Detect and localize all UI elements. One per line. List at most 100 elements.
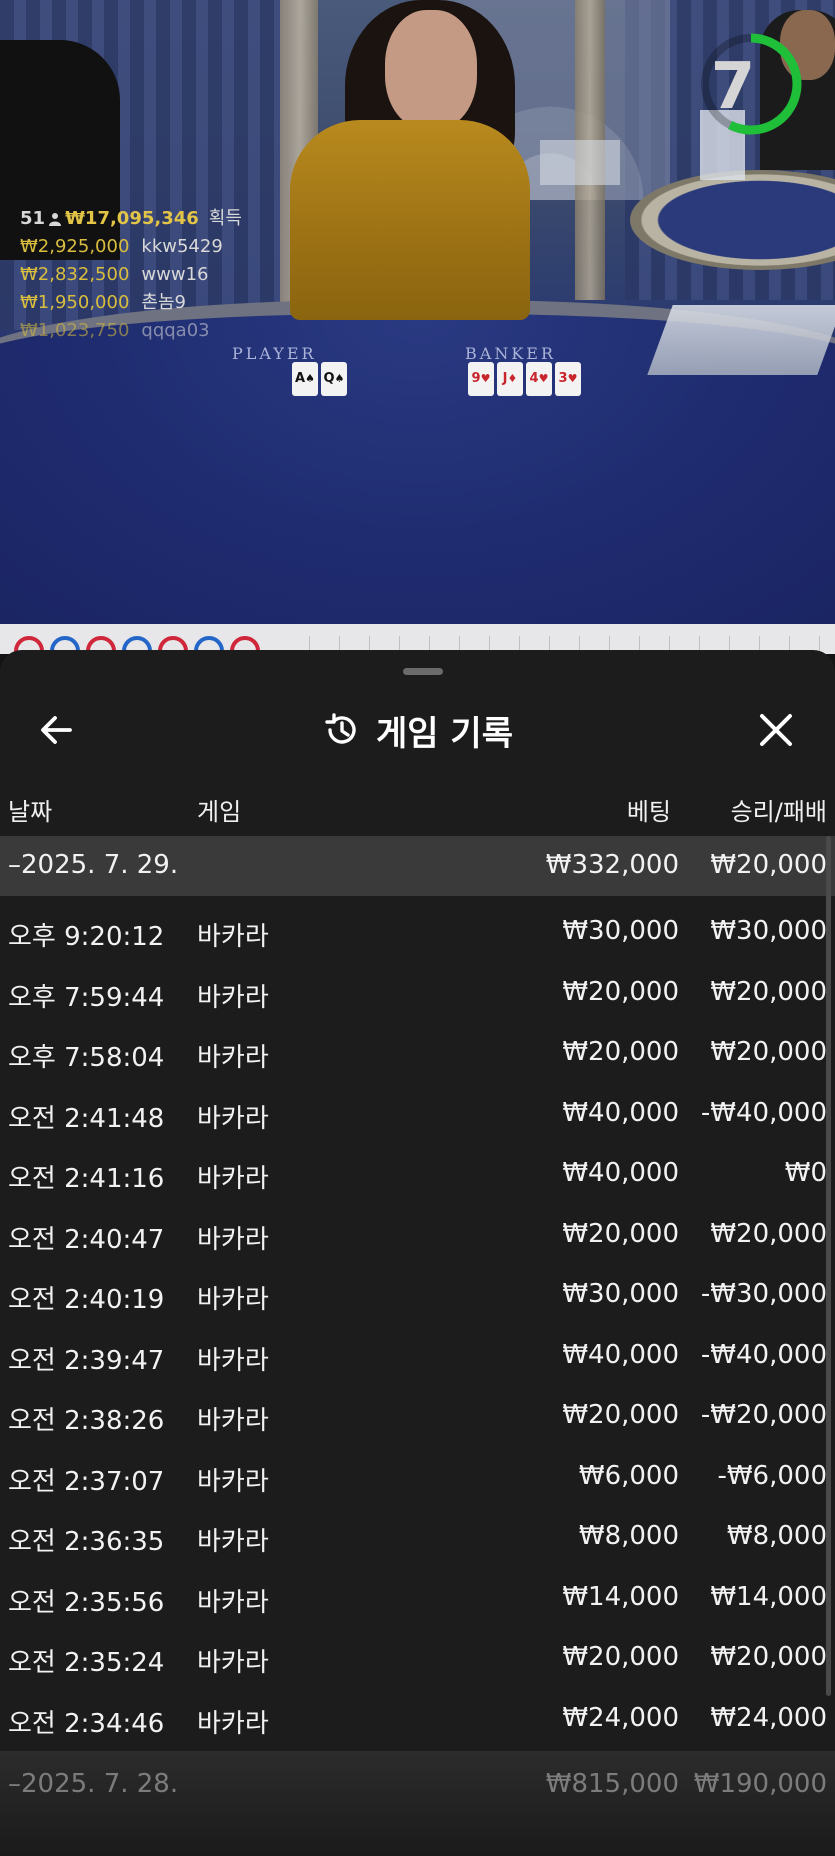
- winner-amount: ₩1,023,750: [20, 320, 130, 341]
- sheet-drag-handle[interactable]: [403, 668, 443, 675]
- playing-card: Q♠: [321, 362, 347, 396]
- row-bet: ₩40,000: [562, 1158, 679, 1188]
- row-time: 오후 7:58:04: [8, 1043, 165, 1073]
- column-header-date: 날짜: [8, 798, 53, 826]
- row-result: ₩20,000: [710, 1037, 827, 1067]
- winners-count: 51: [20, 208, 46, 229]
- table-row[interactable]: 오전 2:39:47 바카라 ₩40,000 -₩40,000: [0, 1326, 835, 1387]
- winner-row: ₩2,925,000 kkw5429: [20, 233, 242, 261]
- row-game: 바카라: [197, 1406, 269, 1436]
- row-game: 바카라: [197, 1224, 269, 1255]
- day-bet-total: ₩332,000: [545, 850, 679, 880]
- row-game: 바카라: [197, 1345, 269, 1376]
- game-history-sheet: 게임 기록 날짜 게임 베팅 승리/패배 –2025. 7. 29. ₩332,0…: [0, 650, 835, 1856]
- day-date: –2025. 7. 29.: [8, 850, 179, 880]
- row-game: 바카라: [197, 1527, 269, 1557]
- card-suit: ♥: [538, 372, 549, 385]
- row-result: -₩6,000: [717, 1460, 827, 1491]
- row-time: 오후 7:59:44: [8, 982, 165, 1013]
- card-shoe: [647, 305, 835, 375]
- close-button[interactable]: [754, 708, 798, 752]
- column-header-game: 게임: [197, 798, 242, 826]
- table-row[interactable]: 오전 2:37:07 바카라 ₩6,000 -₩6,000: [0, 1447, 835, 1508]
- day-result-total: ₩190,000: [693, 1769, 827, 1799]
- table-row[interactable]: 오전 2:35:24 바카라 ₩20,000 ₩20,000: [0, 1628, 835, 1689]
- winners-summary: 51 ₩17,095,346 획득: [20, 205, 242, 233]
- day-bet-total: ₩815,000: [545, 1769, 679, 1799]
- row-result: ₩20,000: [710, 1642, 827, 1672]
- table-row[interactable]: 오전 2:34:46 바카라 ₩24,000 ₩24,000: [0, 1689, 835, 1750]
- row-time: 오전 2:39:47: [8, 1345, 165, 1376]
- table-row[interactable]: 오전 2:40:19 바카라 ₩30,000 -₩30,000: [0, 1265, 835, 1326]
- countdown-timer: 7: [710, 50, 756, 124]
- winner-name: qqqa03: [141, 320, 210, 341]
- row-game: 바카라: [197, 1103, 269, 1134]
- dealer: [290, 120, 530, 320]
- row-bet: ₩40,000: [562, 1097, 679, 1128]
- table-row[interactable]: 오전 2:40:47 바카라 ₩20,000 ₩20,000: [0, 1205, 835, 1266]
- row-time: 오전 2:41:16: [8, 1164, 165, 1194]
- table-row[interactable]: 오후 7:58:04 바카라 ₩20,000 ₩20,000: [0, 1023, 835, 1084]
- table-row[interactable]: 오후 7:59:44 바카라 ₩20,000 ₩20,000: [0, 963, 835, 1024]
- live-video-feed: PLAYER BANKER A♠ Q♠ 9♥ J♦ 4♥ 3♥ 7 51 ₩17,095…: [0, 0, 835, 624]
- banker-cards: 9♥ J♦ 4♥ 3♥: [468, 362, 581, 396]
- day-group-header[interactable]: –2025. 7. 29. ₩332,000 ₩20,000: [0, 836, 835, 896]
- winners-overlay: 51 ₩17,095,346 획득 ₩2,925,000 kkw5429 ₩2,83…: [20, 205, 242, 345]
- row-game: 바카라: [197, 1587, 269, 1618]
- day-group-header[interactable]: –2025. 7. 28. ₩815,000 ₩190,000: [0, 1751, 835, 1856]
- row-bet: ₩20,000: [562, 1218, 679, 1249]
- page-title: 게임 기록: [376, 713, 513, 754]
- table-row[interactable]: 오전 2:35:56 바카라 ₩14,000 ₩14,000: [0, 1568, 835, 1629]
- scrollbar[interactable]: [826, 836, 831, 1696]
- table-row[interactable]: 오후 9:20:12 바카라 ₩30,000 ₩30,000: [0, 902, 835, 963]
- winners-list: ₩2,925,000 kkw5429 ₩2,832,500 www16 ₩1,950,0…: [20, 233, 242, 345]
- row-bet: ₩20,000: [562, 1400, 679, 1430]
- table-row[interactable]: 오전 2:41:16 바카라 ₩40,000 ₩0: [0, 1144, 835, 1205]
- row-result: ₩20,000: [710, 976, 827, 1007]
- row-result: ₩0: [784, 1158, 827, 1188]
- row-bet: ₩6,000: [578, 1460, 679, 1491]
- day-date: –2025. 7. 28.: [8, 1769, 179, 1799]
- table-row[interactable]: 오전 2:36:35 바카라 ₩8,000 ₩8,000: [0, 1507, 835, 1568]
- winner-row: ₩1,950,000 촌놈9: [20, 289, 242, 317]
- playing-card: 3♥: [555, 362, 581, 396]
- row-result: ₩30,000: [710, 916, 827, 946]
- card-suit: ♠: [334, 372, 345, 385]
- card-rank: 4: [529, 371, 539, 386]
- row-game: 바카라: [197, 1708, 269, 1739]
- history-table: –2025. 7. 29. ₩332,000 ₩20,000 오후 9:20:12 바카…: [0, 836, 835, 1749]
- card-rank: Q: [323, 371, 335, 386]
- row-result: -₩40,000: [700, 1097, 827, 1128]
- row-game: 바카라: [197, 1285, 269, 1315]
- row-game: 바카라: [197, 1043, 269, 1073]
- row-time: 오전 2:36:35: [8, 1527, 165, 1557]
- row-time: 오전 2:40:19: [8, 1285, 165, 1315]
- row-bet: ₩8,000: [578, 1521, 679, 1551]
- row-bet: ₩20,000: [562, 1642, 679, 1672]
- row-time: 오전 2:40:47: [8, 1224, 165, 1255]
- table-row[interactable]: 오전 2:38:26 바카라 ₩20,000 -₩20,000: [0, 1386, 835, 1447]
- back-button[interactable]: [36, 708, 80, 752]
- player-area-label: PLAYER: [232, 344, 317, 363]
- row-game: 바카라: [197, 982, 269, 1013]
- history-icon: [325, 713, 356, 744]
- row-result: -₩20,000: [700, 1400, 827, 1430]
- row-bet: ₩20,000: [562, 976, 679, 1007]
- table-header: 날짜 게임 베팅 승리/패배: [0, 780, 835, 836]
- row-game: 바카라: [197, 922, 269, 952]
- player-cards: A♠ Q♠: [292, 362, 347, 396]
- table-row[interactable]: 오전 2:41:48 바카라 ₩40,000 -₩40,000: [0, 1084, 835, 1145]
- winner-amount: ₩2,832,500: [20, 264, 130, 285]
- playing-card: A♠: [292, 362, 318, 396]
- playing-card: 4♥: [526, 362, 552, 396]
- card-suit: ♠: [305, 372, 315, 385]
- row-time: 오전 2:41:48: [8, 1103, 165, 1134]
- row-time: 오전 2:35:56: [8, 1587, 165, 1618]
- row-bet: ₩30,000: [562, 1279, 679, 1309]
- winner-row: ₩1,023,750 qqqa03: [20, 317, 242, 345]
- winner-amount: ₩1,950,000: [20, 292, 130, 313]
- column-header-bet: 베팅: [626, 798, 671, 826]
- close-icon: [760, 714, 792, 746]
- row-time: 오전 2:35:24: [8, 1648, 165, 1678]
- row-result: ₩8,000: [726, 1521, 827, 1551]
